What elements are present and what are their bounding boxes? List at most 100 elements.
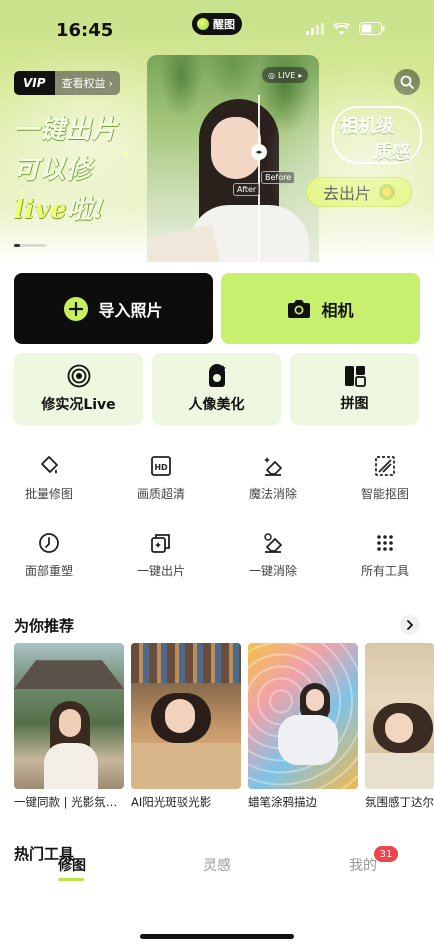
- vip-link-label: 查看权益: [61, 77, 106, 90]
- tool-label: 所有工具: [360, 564, 409, 578]
- feature-collage[interactable]: 拼图: [290, 353, 419, 425]
- vip-entry[interactable]: VIP 查看权益 ›: [14, 71, 120, 95]
- tool-label: 智能抠图: [360, 487, 409, 501]
- recommend-thumbnail: [14, 643, 124, 789]
- tool-magic-eraser[interactable]: 魔法消除: [228, 455, 318, 502]
- recommend-thumbnail: [365, 643, 434, 789]
- island-label: 醒图: [213, 18, 235, 31]
- search-button[interactable]: [394, 69, 420, 95]
- tool-label: 面部重塑: [24, 564, 73, 578]
- dynamic-island: 醒图: [192, 13, 242, 35]
- tool-batch-edit[interactable]: 批量修图: [4, 455, 94, 502]
- recommend-thumbnail: [248, 643, 358, 789]
- tool-cutout[interactable]: 智能抠图: [340, 455, 430, 502]
- before-tag: Before: [261, 171, 296, 184]
- portrait-icon: [208, 364, 226, 387]
- live-badge-label: LIVE: [277, 70, 296, 80]
- tab-inspiration[interactable]: 灵感: [203, 855, 231, 875]
- one-click-erase-icon: [264, 533, 282, 553]
- recommend-card[interactable]: AI阳光斑驳光影: [131, 643, 241, 810]
- go-shoot-button[interactable]: 去出片: [306, 177, 412, 207]
- camera-slogan-frame: [332, 106, 422, 164]
- svg-text:HD: HD: [154, 463, 168, 472]
- status-icons: [306, 22, 385, 35]
- import-photo-button[interactable]: 导入照片: [14, 273, 213, 344]
- cutout-icon: [375, 456, 395, 476]
- compare-divider[interactable]: [258, 95, 260, 262]
- recommend-label: 蜡笔涂鸦描边: [248, 795, 317, 809]
- tool-label: 魔法消除: [248, 487, 297, 501]
- banner-photo: ◂▸ After Before ◎ LIVE ▸: [147, 55, 319, 262]
- after-tag: After: [233, 183, 261, 196]
- slogan-line-2: 可以修: [14, 150, 154, 186]
- camera-slogan-1: 相机级: [340, 116, 394, 137]
- tool-all-tools[interactable]: 所有工具: [340, 532, 430, 579]
- camera-icon: [288, 299, 311, 318]
- slogan-line-1: 一键出片: [14, 115, 119, 144]
- slogan-text-a: 可以修: [14, 155, 93, 184]
- feature-portrait[interactable]: 人像美化: [152, 353, 281, 425]
- feature-label: 拼图: [340, 396, 369, 412]
- slogan-line-3: live啦!: [14, 190, 154, 226]
- recommend-thumbnail: [131, 643, 241, 789]
- tool-one-click-erase[interactable]: 一键消除: [228, 532, 318, 579]
- tool-face-reshape[interactable]: 面部重塑: [4, 532, 94, 579]
- magic-eraser-icon: [264, 457, 282, 476]
- batch-edit-icon: [41, 456, 58, 474]
- go-shoot-label: 去出片: [322, 184, 371, 203]
- live-circle-icon: ◎: [268, 70, 275, 80]
- banner-slogan: 一键出片 可以修 live啦!: [14, 110, 154, 226]
- all-tools-icon: [377, 535, 393, 551]
- wifi-icon: [333, 22, 350, 35]
- app-dot-icon: [197, 18, 209, 30]
- chevron-right-icon: ›: [108, 76, 113, 90]
- search-icon: [400, 75, 414, 89]
- lens-icon: [379, 184, 395, 200]
- one-click-icon: [151, 534, 170, 553]
- recommend-title: 为你推荐: [14, 617, 75, 635]
- tab-profile[interactable]: 我的: [349, 855, 377, 875]
- tool-label: 批量修图: [24, 487, 73, 501]
- hero-banner[interactable]: 16:45 醒图 VIP 查看权益 › 一键出片 可以修 live啦! ✦ ✦ …: [0, 0, 434, 262]
- camera-slogan-2: 质感: [374, 142, 410, 163]
- recommend-card[interactable]: 一键同款 | 光影氛围感: [14, 643, 124, 810]
- play-icon: ▸: [298, 70, 303, 80]
- tool-label: 一键出片: [136, 564, 185, 578]
- banner-pager-active: [14, 244, 20, 247]
- face-reshape-icon: [39, 533, 59, 553]
- hot-tools-title: 热门工具: [14, 845, 75, 863]
- tool-label: 画质超清: [136, 487, 185, 501]
- signal-icon: [306, 22, 324, 35]
- import-photo-label: 导入照片: [98, 300, 163, 320]
- collage-icon: [344, 366, 366, 387]
- tool-one-click[interactable]: 一键出片: [116, 532, 206, 579]
- sparkle-icon: ✦: [16, 186, 28, 202]
- recommend-label: AI阳光斑驳光影: [131, 795, 212, 809]
- notification-badge: 31: [374, 846, 398, 862]
- feature-label: 人像美化: [188, 397, 245, 413]
- recommend-card[interactable]: 蜡笔涂鸦描边: [248, 643, 358, 810]
- recommend-card[interactable]: 氛围感丁达尔: [365, 643, 434, 810]
- recommend-label: 一键同款 | 光影氛围感: [14, 795, 124, 809]
- camera-button[interactable]: 相机: [221, 273, 420, 344]
- tool-label: 一键消除: [248, 564, 297, 578]
- status-time: 16:45: [56, 20, 114, 41]
- tool-hd[interactable]: HD 画质超清: [116, 455, 206, 502]
- tab-active-indicator: [58, 878, 84, 881]
- feature-live-photo[interactable]: 修实况Live: [14, 353, 143, 425]
- live-badge: ◎ LIVE ▸: [262, 67, 309, 83]
- home-indicator[interactable]: [140, 934, 294, 939]
- battery-icon: [359, 22, 385, 35]
- chevron-right-icon: [407, 620, 413, 630]
- camera-label: 相机: [321, 300, 354, 320]
- recommend-label: 氛围感丁达尔: [365, 795, 434, 809]
- slogan-text-c: 啦!: [67, 195, 106, 224]
- vip-benefits-link[interactable]: 查看权益 ›: [54, 71, 120, 95]
- sparkle-icon: ✦: [120, 148, 132, 164]
- live-photo-icon: [67, 364, 90, 388]
- hd-icon: HD: [151, 456, 171, 476]
- vip-badge: VIP: [14, 71, 55, 95]
- compare-handle-icon[interactable]: ◂▸: [251, 144, 267, 160]
- feature-label: 修实况Live: [41, 397, 116, 413]
- recommend-more-button[interactable]: [400, 615, 420, 635]
